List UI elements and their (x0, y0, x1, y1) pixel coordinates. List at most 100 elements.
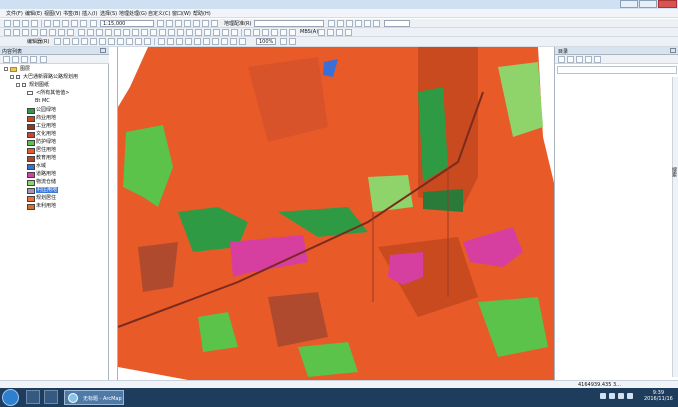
attributes-icon[interactable] (126, 38, 133, 45)
legend-swatch[interactable] (27, 196, 35, 202)
layout-icon-4[interactable] (185, 38, 192, 45)
effects-icon[interactable] (244, 29, 251, 36)
collapse-icon[interactable] (16, 83, 20, 87)
legend-swatch[interactable] (27, 172, 35, 178)
up-folder-icon[interactable] (576, 56, 583, 63)
paste-icon[interactable] (62, 20, 69, 27)
menu-file[interactable]: 文件(F) (6, 10, 23, 17)
home-icon[interactable] (585, 56, 592, 63)
close-icon[interactable] (100, 48, 106, 53)
legend-swatch[interactable] (27, 116, 35, 122)
straight-segment-icon[interactable] (72, 38, 79, 45)
fit-display-icon[interactable] (328, 20, 335, 27)
undo-icon[interactable] (71, 20, 78, 27)
layout-icon-1[interactable] (158, 38, 165, 45)
clear-selection-icon[interactable] (87, 29, 94, 36)
start-button[interactable] (2, 389, 19, 406)
model-builder-icon[interactable] (211, 20, 218, 27)
close-button[interactable] (658, 0, 677, 8)
menu-help[interactable]: 帮助(H) (193, 10, 211, 17)
tray-clock[interactable]: 9:39 2016/11/16 (644, 390, 673, 402)
fixed-zoom-out-icon[interactable] (49, 29, 56, 36)
shift-icon[interactable] (346, 20, 353, 27)
marker-color-icon[interactable] (231, 29, 238, 36)
menu-insert[interactable]: 插入(I) (82, 10, 97, 17)
mosaic-tool-icon[interactable] (318, 29, 325, 36)
legend-swatch[interactable] (27, 148, 35, 154)
legend-swatch[interactable] (27, 180, 35, 186)
layout-icon-9[interactable] (230, 38, 237, 45)
split-icon[interactable] (108, 38, 115, 45)
layout-icon-7[interactable] (212, 38, 219, 45)
map-view[interactable] (117, 47, 554, 380)
legend-swatch[interactable] (27, 108, 35, 114)
editor-menu[interactable]: 编辑器(R) (27, 38, 49, 45)
add-data-icon[interactable] (90, 20, 97, 27)
minimize-button[interactable] (620, 0, 638, 8)
rotate-feature-icon[interactable] (117, 38, 124, 45)
layout-icon-2[interactable] (167, 38, 174, 45)
hyperlink-icon[interactable] (150, 29, 157, 36)
brightness-icon[interactable] (280, 29, 287, 36)
scale-icon[interactable] (355, 20, 362, 27)
options-icon[interactable] (40, 56, 47, 63)
land-use-map[interactable] (118, 47, 554, 380)
zoom-out-icon[interactable] (13, 29, 20, 36)
legend-swatch[interactable] (27, 204, 35, 210)
new-icon[interactable] (4, 20, 11, 27)
cut-polygons-icon[interactable] (99, 38, 106, 45)
list-by-visibility-icon[interactable] (21, 56, 28, 63)
select-elements-icon[interactable] (96, 29, 103, 36)
add-control-points-icon[interactable] (364, 20, 371, 27)
collapse-icon[interactable] (4, 67, 8, 71)
text-icon[interactable] (195, 29, 202, 36)
menu-edit[interactable]: 编辑(E) (25, 10, 42, 17)
layout-icon-11[interactable] (280, 38, 287, 45)
python-icon[interactable] (202, 20, 209, 27)
tab-search[interactable]: 搜索 (671, 167, 678, 177)
layout-icon-5[interactable] (194, 38, 201, 45)
menu-geoprocessing[interactable]: 地理处理(G) (119, 10, 147, 17)
georeferencing-label[interactable]: 地理配准(R) (224, 20, 251, 27)
layout-icon-3[interactable] (176, 38, 183, 45)
volume-icon[interactable] (627, 393, 633, 399)
list-by-selection-icon[interactable] (30, 56, 37, 63)
list-by-drawing-order-icon[interactable] (3, 56, 10, 63)
menu-customize[interactable]: 自定义(C) (148, 10, 170, 17)
copy-icon[interactable] (53, 20, 60, 27)
layer-visibility-checkbox[interactable] (16, 75, 20, 79)
goto-xy-icon[interactable] (132, 29, 139, 36)
legend-swatch[interactable] (27, 124, 35, 130)
fill-color-icon[interactable] (213, 29, 220, 36)
catalog-icon[interactable] (175, 20, 182, 27)
layout-icon-12[interactable] (289, 38, 296, 45)
edit-vertices-icon[interactable] (81, 38, 88, 45)
font-color-icon[interactable] (204, 29, 211, 36)
print-icon[interactable] (31, 20, 38, 27)
html-popup-icon[interactable] (159, 29, 166, 36)
scale-combo[interactable]: 1:15,000 (100, 20, 154, 27)
find-icon[interactable] (114, 29, 121, 36)
view-link-table-icon[interactable] (373, 20, 380, 27)
find-route-icon[interactable] (123, 29, 130, 36)
tray-icon[interactable] (609, 393, 615, 399)
edit-tool-icon[interactable] (54, 38, 61, 45)
open-icon[interactable] (13, 20, 20, 27)
mosaic-tool-icon-4[interactable] (345, 29, 352, 36)
rotate-icon[interactable] (337, 20, 344, 27)
pan-icon[interactable] (22, 29, 29, 36)
select-features-icon[interactable] (78, 29, 85, 36)
measure-icon[interactable] (141, 29, 148, 36)
draw-rectangle-icon[interactable] (186, 29, 193, 36)
layout-icon-6[interactable] (203, 38, 210, 45)
identify-icon[interactable] (105, 29, 112, 36)
tray-icon[interactable] (600, 393, 606, 399)
maximize-button[interactable] (639, 0, 657, 8)
transparency-icon[interactable] (289, 29, 296, 36)
close-icon[interactable] (670, 48, 676, 53)
collapse-icon[interactable] (10, 75, 14, 79)
menu-view[interactable]: 视图(V) (44, 10, 61, 17)
reshape-icon[interactable] (90, 38, 97, 45)
editor-toolbar-icon[interactable] (157, 20, 164, 27)
network-icon[interactable] (618, 393, 624, 399)
